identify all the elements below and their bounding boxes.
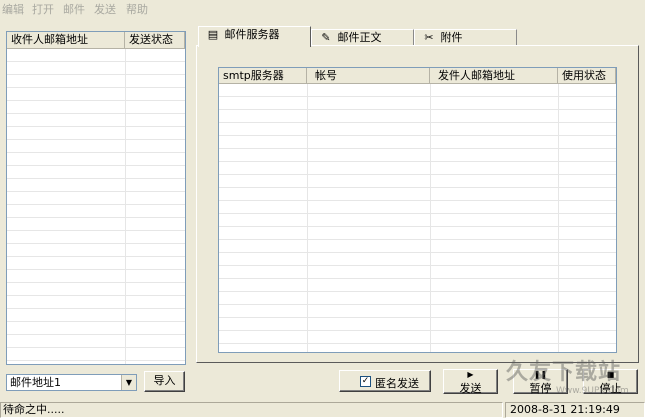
address-select-value: 邮件地址1	[10, 376, 61, 389]
column-divider	[307, 84, 308, 352]
send-button[interactable]: ▶ 发送	[443, 369, 498, 395]
list-rows	[7, 49, 185, 364]
menu-help[interactable]: 帮助	[126, 1, 148, 17]
column-header-smtp-server[interactable]: smtp服务器	[219, 68, 307, 84]
column-header-recipient[interactable]: 收件人邮箱地址	[7, 32, 125, 49]
column-divider	[430, 84, 431, 352]
anonymous-send-frame[interactable]: ✓ 匿名发送	[339, 370, 431, 392]
menu-bar: 编辑 打开 邮件 发送 帮助	[0, 0, 645, 17]
tab-label: 邮件服务器	[224, 28, 280, 41]
watermark-url: Www.9UPK.Com	[556, 386, 629, 396]
tab-mail-body[interactable]: ✎ 邮件正文	[311, 29, 414, 46]
paperclip-icon: ✂	[424, 31, 434, 44]
column-divider	[125, 49, 126, 364]
watermark-text: 久友下载站	[506, 360, 622, 385]
recipient-list[interactable]: 收件人邮箱地址 发送状态	[6, 31, 186, 365]
column-header-sender-address[interactable]: 发件人邮箱地址	[430, 68, 558, 84]
chevron-down-icon[interactable]: ▼	[121, 375, 136, 390]
send-label: 发送	[459, 382, 482, 395]
server-icon: ▤	[207, 28, 219, 41]
anonymous-send-checkbox[interactable]: ✓	[360, 376, 371, 387]
address-select[interactable]: 邮件地址1 ▼	[6, 374, 137, 391]
tab-label: 附件	[440, 31, 463, 44]
column-divider	[558, 84, 559, 352]
status-message: 待命之中.....	[0, 402, 503, 418]
menu-open[interactable]: 打开	[32, 1, 54, 17]
tab-panel-mail-server: smtp服务器 帐号 发件人邮箱地址 使用状态	[196, 45, 639, 363]
tab-strip: ▤ 邮件服务器 ✎ 邮件正文 ✂ 附件	[196, 26, 636, 47]
menu-send[interactable]: 发送	[94, 1, 116, 17]
tab-label: 邮件正文	[337, 31, 382, 44]
play-icon: ▶	[467, 370, 474, 379]
import-button[interactable]: 导入	[144, 371, 185, 392]
tab-mail-server[interactable]: ▤ 邮件服务器	[198, 26, 311, 47]
column-header-usage-status[interactable]: 使用状态	[558, 68, 616, 84]
anonymous-send-label: 匿名发送	[375, 377, 419, 390]
tab-attachments[interactable]: ✂ 附件	[414, 29, 517, 46]
table-rows	[219, 84, 616, 352]
column-header-account[interactable]: 帐号	[307, 68, 430, 84]
edit-document-icon: ✎	[321, 31, 331, 44]
menu-edit[interactable]: 编辑	[2, 1, 24, 17]
column-header-send-status[interactable]: 发送状态	[125, 32, 185, 49]
smtp-server-table[interactable]: smtp服务器 帐号 发件人邮箱地址 使用状态	[218, 67, 617, 353]
status-datetime: 2008-8-31 21:19:49	[505, 402, 645, 418]
menu-mail[interactable]: 邮件	[63, 1, 85, 17]
